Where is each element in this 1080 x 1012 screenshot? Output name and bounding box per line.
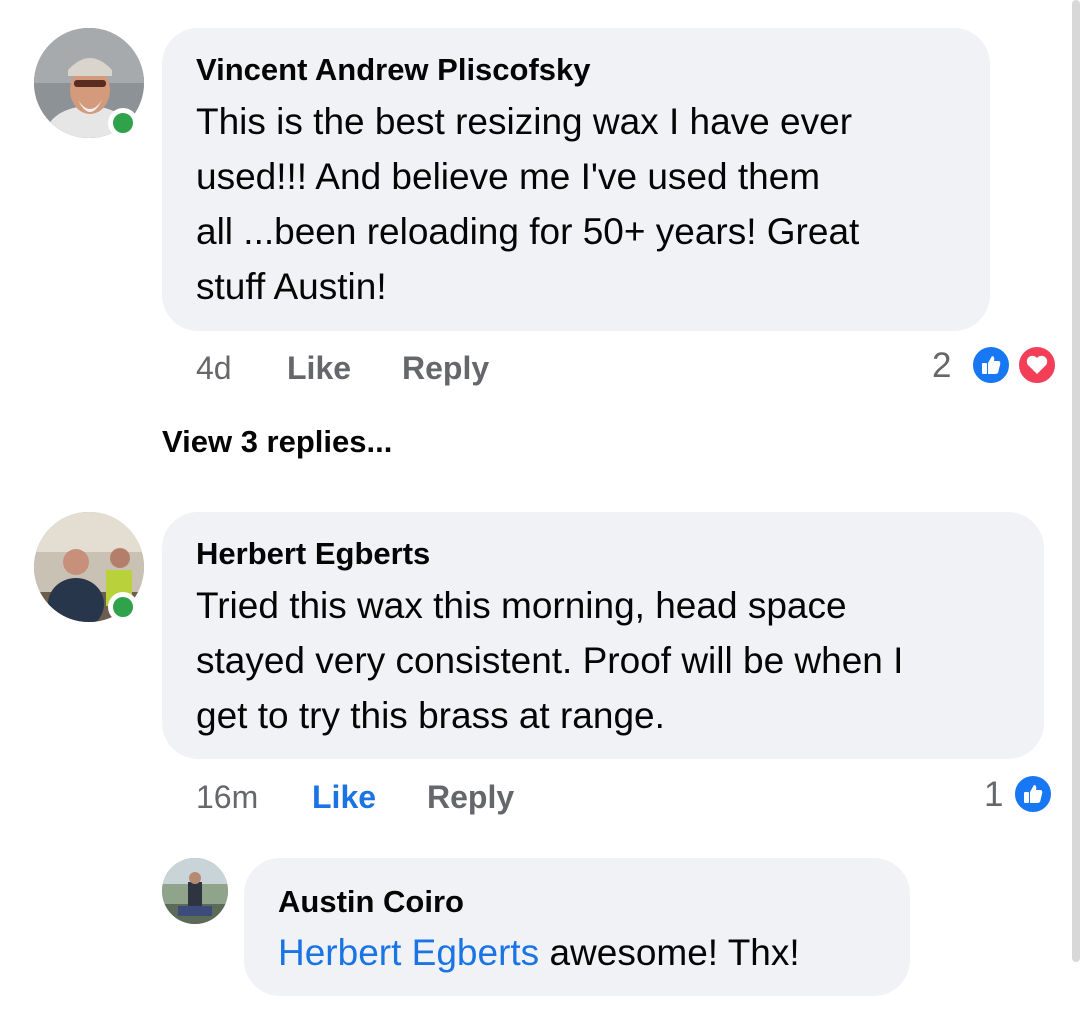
like-button[interactable]: Like xyxy=(287,350,351,387)
comment-author[interactable]: Herbert Egberts xyxy=(196,536,430,572)
comment-text-line: Tried this wax this morning, head space xyxy=(196,585,847,626)
comment-timestamp[interactable]: 16m xyxy=(196,779,258,816)
reply-button[interactable]: Reply xyxy=(427,779,514,816)
reply-bubble: Austin Coiro Herbert Egberts awesome! Th… xyxy=(244,858,910,996)
comment-timestamp[interactable]: 4d xyxy=(196,350,232,387)
view-replies-link[interactable]: View 3 replies... xyxy=(162,424,392,460)
online-status-indicator xyxy=(108,592,138,622)
avatar[interactable] xyxy=(162,858,228,924)
like-icon[interactable] xyxy=(1012,773,1054,815)
like-icon[interactable] xyxy=(970,344,1012,386)
comment-text-line: stayed very consistent. Proof will be wh… xyxy=(196,640,904,681)
comment-text-line: all ...been reloading for 50+ years! Gre… xyxy=(196,211,860,252)
reply-button[interactable]: Reply xyxy=(402,350,489,387)
reply-text-content: awesome! Thx! xyxy=(539,932,800,973)
comment-text-line: This is the best resizing wax I have eve… xyxy=(196,101,853,142)
comment-author[interactable]: Vincent Andrew Pliscofsky xyxy=(196,52,591,88)
comment-text-line: get to try this brass at range. xyxy=(196,695,665,736)
comment-bubble: Herbert Egberts Tried this wax this morn… xyxy=(162,512,1044,759)
online-status-indicator xyxy=(108,108,138,138)
reply-text: Herbert Egberts awesome! Thx! xyxy=(278,932,800,974)
reply-author[interactable]: Austin Coiro xyxy=(278,884,464,920)
like-button[interactable]: Like xyxy=(312,779,376,816)
profile-photo xyxy=(162,858,228,924)
mention-link[interactable]: Herbert Egberts xyxy=(278,932,539,973)
scrollbar[interactable] xyxy=(1072,0,1080,962)
love-icon[interactable] xyxy=(1016,344,1058,386)
reaction-count[interactable]: 1 xyxy=(984,775,1003,815)
comment-bubble: Vincent Andrew Pliscofsky This is the be… xyxy=(162,28,990,331)
reaction-count[interactable]: 2 xyxy=(932,346,951,386)
comment-text-line: stuff Austin! xyxy=(196,266,387,307)
comment-text-line: used!!! And believe me I've used them xyxy=(196,156,821,197)
